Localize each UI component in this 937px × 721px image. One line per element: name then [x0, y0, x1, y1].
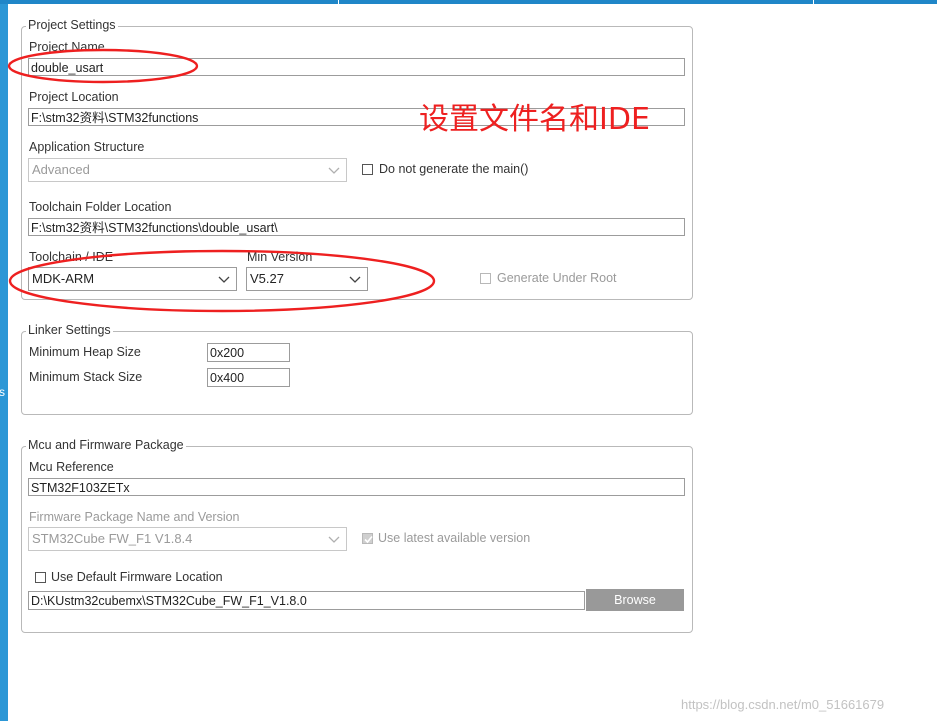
- toolchain-folder-input[interactable]: F:\stm32资料\STM32functions\double_usart\: [28, 218, 685, 236]
- watermark: https://blog.csdn.net/m0_51661679: [681, 697, 885, 712]
- firmware-package-value: STM32Cube FW_F1 V1.8.4: [32, 531, 193, 546]
- chevron-down-icon: [328, 167, 340, 174]
- do-not-generate-main-checkbox[interactable]: [362, 164, 373, 175]
- toolchain-ide-label: Toolchain / IDE: [29, 250, 114, 264]
- firmware-package-select[interactable]: STM32Cube FW_F1 V1.8.4: [28, 527, 347, 551]
- chevron-down-icon: [218, 276, 230, 283]
- chevron-down-icon: [349, 276, 361, 283]
- application-structure-select[interactable]: Advanced: [28, 158, 347, 182]
- use-latest-version-checkbox[interactable]: [362, 533, 373, 544]
- application-structure-value: Advanced: [32, 162, 90, 177]
- do-not-generate-main-label: Do not generate the main(): [379, 162, 529, 176]
- browse-button[interactable]: Browse: [586, 589, 684, 611]
- generate-under-root-label: Generate Under Root: [497, 271, 617, 285]
- use-default-location-label: Use Default Firmware Location: [51, 570, 223, 584]
- mcu-reference-input[interactable]: STM32F103ZETx: [28, 478, 685, 496]
- toolchain-ide-select[interactable]: MDK-ARM: [28, 267, 237, 291]
- use-default-location-checkbox[interactable]: [35, 572, 46, 583]
- toolchain-folder-label: Toolchain Folder Location: [29, 200, 172, 214]
- checkmark-icon: [364, 535, 373, 544]
- use-latest-version-label: Use latest available version: [378, 531, 531, 545]
- chevron-down-icon: [328, 536, 340, 543]
- annotation-text: 设置文件名和IDE: [419, 102, 650, 137]
- min-version-select[interactable]: V5.27: [246, 267, 368, 291]
- firmware-path-input[interactable]: D:\KUstm32cubemx\STM32Cube_FW_F1_V1.8.0: [28, 591, 585, 610]
- top-bar-divider: [338, 0, 339, 4]
- min-version-value: V5.27: [250, 271, 284, 286]
- firmware-package-label: Firmware Package Name and Version: [29, 510, 240, 524]
- mcu-firmware-legend: Mcu and Firmware Package: [26, 438, 186, 452]
- top-accent-bar: [0, 0, 937, 4]
- top-bar-divider: [813, 0, 814, 4]
- min-stack-input[interactable]: 0x400: [207, 368, 290, 387]
- min-heap-input[interactable]: 0x200: [207, 343, 290, 362]
- project-name-label: Project Name: [29, 40, 105, 54]
- linker-settings-legend: Linker Settings: [26, 323, 113, 337]
- left-edge-glyph: s: [0, 385, 5, 399]
- min-version-label: Min Version: [247, 250, 313, 264]
- mcu-reference-label: Mcu Reference: [29, 460, 114, 474]
- project-settings-legend: Project Settings: [26, 18, 118, 32]
- toolchain-ide-value: MDK-ARM: [32, 271, 95, 286]
- project-name-input[interactable]: double_usart: [28, 58, 685, 76]
- application-structure-label: Application Structure: [29, 140, 145, 154]
- min-heap-label: Minimum Heap Size: [29, 345, 141, 359]
- min-stack-label: Minimum Stack Size: [29, 370, 143, 384]
- generate-under-root-checkbox[interactable]: [480, 273, 491, 284]
- project-location-label: Project Location: [29, 90, 119, 104]
- left-side-panel-edge: s: [0, 4, 8, 721]
